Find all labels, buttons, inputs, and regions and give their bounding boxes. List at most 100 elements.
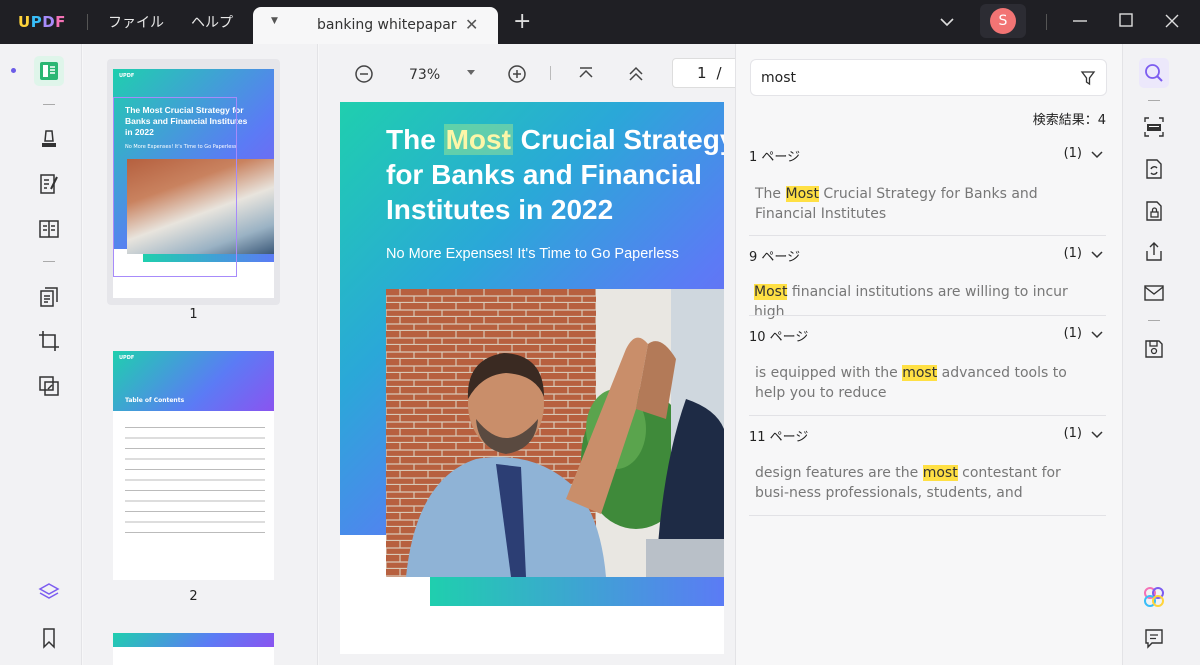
avatar[interactable]: S xyxy=(980,4,1026,38)
left-tool-rail xyxy=(0,44,82,665)
result-snippet[interactable]: design features are the most contestant … xyxy=(755,463,1095,503)
rail-indicator-dot xyxy=(11,68,16,73)
convert-tool-button[interactable] xyxy=(34,371,64,401)
result-header[interactable]: 10 ページ (1) xyxy=(749,326,1106,346)
comment-tool-button[interactable] xyxy=(34,124,64,154)
ocr-icon xyxy=(1144,117,1164,137)
search-box[interactable] xyxy=(750,59,1107,96)
match-highlight: most xyxy=(922,465,958,481)
tab-title: banking whitepapar xyxy=(317,17,457,33)
thumbnail-label-2: 2 xyxy=(189,589,198,604)
zoom-out-icon[interactable] xyxy=(353,63,375,85)
search-panel: 検索結果：4 1 ページ (1) The Most Crucial Strate… xyxy=(735,44,1122,665)
high-five-photo xyxy=(386,289,724,577)
search-result[interactable]: 9 ページ (1) Most financial institutions ar… xyxy=(749,235,1106,320)
email-button[interactable] xyxy=(1139,278,1169,308)
minimize-icon[interactable] xyxy=(1071,12,1089,30)
menu-help[interactable]: ヘルプ xyxy=(191,12,233,32)
chevron-down-icon[interactable] xyxy=(1090,248,1104,262)
result-header[interactable]: 11 ページ (1) xyxy=(749,426,1106,446)
close-tab-icon[interactable]: ✕ xyxy=(465,15,478,34)
thumbnail-page-2[interactable]: UPDF Table of Contents 2 xyxy=(107,341,280,604)
thumb-brand: UPDF xyxy=(119,73,135,79)
thumbnail-page-1[interactable]: UPDF The Most Crucial Strategy for Banks… xyxy=(107,59,280,322)
match-highlight: most xyxy=(902,365,938,381)
cover-title: The Most Crucial Strategy for Banks and … xyxy=(386,122,724,227)
result-header[interactable]: 1 ページ (1) xyxy=(749,146,1106,166)
result-header[interactable]: 9 ページ (1) xyxy=(749,246,1106,266)
cover-bottom-bar xyxy=(430,577,724,606)
chevron-down-icon[interactable] xyxy=(1090,328,1104,342)
result-count: 検索結果：4 xyxy=(1032,113,1106,128)
search-result[interactable]: 10 ページ (1) is equipped with the most adv… xyxy=(749,315,1106,415)
crop-tool-button[interactable] xyxy=(34,326,64,356)
cover-photo xyxy=(386,289,724,577)
chevron-down-icon[interactable] xyxy=(938,13,956,31)
chevron-down-icon[interactable] xyxy=(1090,148,1104,162)
search-icon xyxy=(1145,64,1163,82)
result-match-count: (1) xyxy=(1063,146,1082,161)
layers-icon xyxy=(38,583,60,599)
search-result[interactable]: 11 ページ (1) design features are the most … xyxy=(749,415,1106,516)
convert-pdf-icon xyxy=(1146,159,1162,179)
page-number-input[interactable]: 1/ xyxy=(672,58,735,88)
result-page: 1 ページ xyxy=(749,150,801,165)
search-input[interactable] xyxy=(761,68,1061,88)
right-rail-separator xyxy=(1148,100,1160,101)
save-button[interactable] xyxy=(1139,334,1169,364)
maximize-icon[interactable] xyxy=(1118,12,1134,28)
comment-icon xyxy=(1145,629,1163,649)
layers-button[interactable] xyxy=(34,577,64,607)
zoom-dropdown-icon[interactable] xyxy=(466,69,476,77)
reader-icon xyxy=(40,62,58,80)
share-button[interactable] xyxy=(1139,237,1169,267)
tab-dropdown-icon[interactable]: ▼ xyxy=(271,16,278,26)
comments-button[interactable] xyxy=(1139,623,1169,653)
zoom-level[interactable]: 73% xyxy=(409,67,440,83)
updf-logo: UPDF xyxy=(18,13,66,31)
menu-file[interactable]: ファイル xyxy=(108,12,164,32)
cover-title-before: The xyxy=(386,124,444,155)
thumbnail-image-1: UPDF The Most Crucial Strategy for Banks… xyxy=(113,69,274,298)
document-tab[interactable]: ▼ banking whitepapar ✕ xyxy=(253,7,498,44)
first-page-icon[interactable] xyxy=(576,64,596,84)
result-match-count: (1) xyxy=(1063,426,1082,441)
result-snippet[interactable]: The Most Crucial Strategy for Banks and … xyxy=(755,184,1095,224)
save-icon xyxy=(1145,340,1163,358)
bookmark-button[interactable] xyxy=(34,623,64,653)
result-page: 11 ページ xyxy=(749,430,809,445)
zoom-in-icon[interactable] xyxy=(506,63,528,85)
search-button[interactable] xyxy=(1139,58,1169,88)
form-icon xyxy=(39,220,59,238)
pdf-page-1: The Most Crucial Strategy for Banks and … xyxy=(340,102,724,654)
protect-pdf-button[interactable] xyxy=(1139,196,1169,226)
convert-pdf-button[interactable] xyxy=(1139,154,1169,184)
current-page: 1 xyxy=(697,64,707,82)
thumbnail-pane: UPDF The Most Crucial Strategy for Banks… xyxy=(83,44,318,665)
new-tab-button[interactable]: + xyxy=(513,9,531,34)
reader-mode-button[interactable] xyxy=(34,56,64,86)
organize-pages-button[interactable] xyxy=(34,282,64,312)
close-window-icon[interactable] xyxy=(1163,12,1181,30)
form-tool-button[interactable] xyxy=(34,214,64,244)
thumb2-brand: UPDF xyxy=(119,355,135,361)
chevron-down-icon[interactable] xyxy=(1090,428,1104,442)
ai-assistant-icon xyxy=(1144,587,1164,607)
ocr-button[interactable] xyxy=(1139,112,1169,142)
thumbnail-image-2: UPDF Table of Contents xyxy=(113,351,274,580)
edit-tool-button[interactable] xyxy=(34,169,64,199)
title-separator xyxy=(87,14,88,30)
result-page: 10 ページ xyxy=(749,330,809,345)
filter-icon[interactable] xyxy=(1080,70,1096,86)
previous-page-icon[interactable] xyxy=(626,64,646,84)
thumbnail-page-3[interactable] xyxy=(107,623,280,665)
ai-assistant-button[interactable] xyxy=(1139,582,1169,612)
result-snippet[interactable]: is equipped with the most advanced tools… xyxy=(755,363,1095,403)
rail-separator xyxy=(43,104,55,105)
result-page: 9 ページ xyxy=(749,250,801,265)
thumb2-title: Table of Contents xyxy=(125,397,185,404)
document-viewer[interactable]: 73% 1/ The Most Crucial Strategy for Ban… xyxy=(319,44,735,665)
snippet-before: design features are the xyxy=(755,465,923,481)
mail-icon xyxy=(1144,285,1164,301)
search-result[interactable]: 1 ページ (1) The Most Crucial Strategy for … xyxy=(749,136,1106,236)
